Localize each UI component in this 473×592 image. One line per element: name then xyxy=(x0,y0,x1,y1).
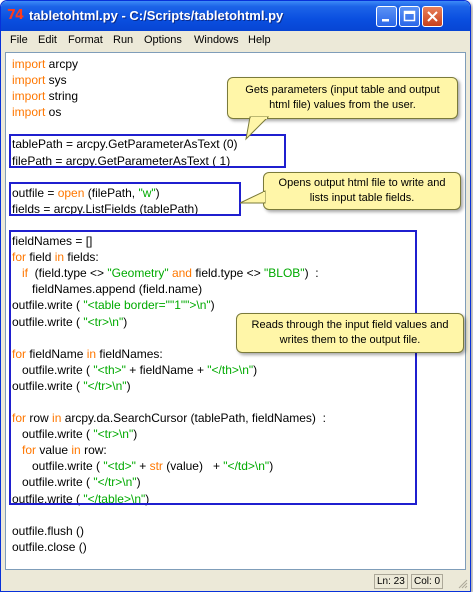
callout-pointer-open-file xyxy=(239,190,266,204)
menu-windows[interactable]: Windows xyxy=(194,34,239,46)
minimize-button[interactable] xyxy=(376,6,397,27)
menu-run[interactable]: Run xyxy=(113,34,133,46)
resize-grip-icon[interactable] xyxy=(458,579,468,589)
menu-bar: File Edit Format Run Options Windows Hel… xyxy=(1,31,470,51)
window-title: tabletohtml.py - C:/Scripts/tabletohtml.… xyxy=(29,8,284,23)
idle-editor-window: 74 tabletohtml.py - C:/Scripts/tabletoht… xyxy=(0,0,471,592)
menu-help[interactable]: Help xyxy=(248,34,271,46)
status-bar: Ln: 23 Col: 0 xyxy=(1,571,470,591)
maximize-button[interactable] xyxy=(399,6,420,27)
close-button[interactable] xyxy=(422,6,443,27)
python-app-icon: 74 xyxy=(7,8,24,23)
status-line-number: Ln: 23 xyxy=(374,574,408,589)
menu-file[interactable]: File xyxy=(10,34,28,46)
callout-pointer-parameters xyxy=(245,116,270,141)
minimize-icon xyxy=(382,19,389,22)
menu-format[interactable]: Format xyxy=(68,34,103,46)
status-column-number: Col: 0 xyxy=(411,574,444,589)
code-editor[interactable]: import arcpy import sys import string impor… xyxy=(5,52,466,570)
maximize-icon xyxy=(403,10,416,22)
menu-options[interactable]: Options xyxy=(144,34,182,46)
menu-edit[interactable]: Edit xyxy=(38,34,57,46)
callout-pointers xyxy=(239,116,270,204)
title-bar[interactable]: 74 tabletohtml.py - C:/Scripts/tabletoht… xyxy=(1,1,470,31)
close-icon xyxy=(427,11,438,22)
